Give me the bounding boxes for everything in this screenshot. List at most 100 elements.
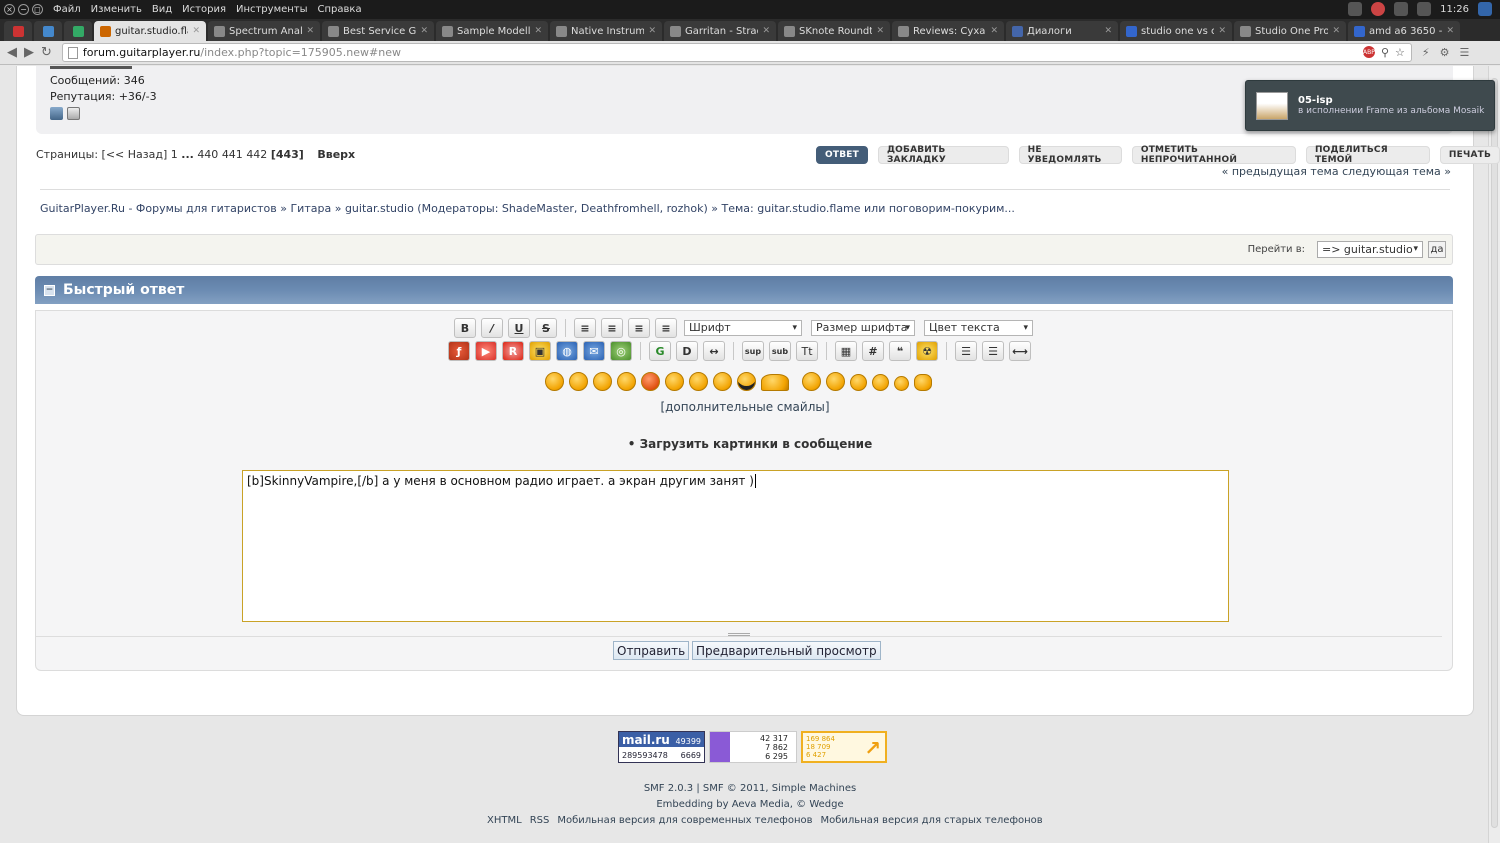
breadcrumb-guitar[interactable]: Гитара bbox=[290, 202, 331, 215]
bold-icon[interactable]: B bbox=[454, 318, 476, 338]
tab-sknote[interactable]: SKnote Roundto ✕ bbox=[778, 21, 890, 41]
message-textarea[interactable]: [b]SkinnyVampire,[/b] а у меня в основно… bbox=[242, 470, 1229, 622]
battery-icon[interactable] bbox=[1417, 2, 1432, 16]
align-pre-icon[interactable]: ≡ bbox=[574, 318, 596, 338]
bookmark-star-icon[interactable]: ☆ bbox=[1395, 46, 1405, 59]
next-topic-link[interactable]: следующая тема » bbox=[1342, 165, 1451, 178]
code-icon[interactable]: # bbox=[862, 341, 884, 361]
upload-images-link[interactable]: • Загрузить картинки в сообщение bbox=[0, 437, 1500, 451]
minimize-window-icon[interactable]: − bbox=[18, 4, 29, 15]
menu-tools[interactable]: Инструменты bbox=[236, 4, 308, 15]
close-window-icon[interactable]: × bbox=[4, 4, 15, 15]
send-pm-icon[interactable] bbox=[67, 107, 80, 120]
print-button[interactable]: ПЕЧАТЬ bbox=[1439, 146, 1500, 164]
smiley-icon[interactable] bbox=[872, 374, 889, 391]
table-icon[interactable]: ▦ bbox=[835, 341, 857, 361]
pinned-tab-translate[interactable] bbox=[34, 21, 62, 41]
pinned-tab-gmail[interactable] bbox=[4, 21, 32, 41]
page-back-link[interactable]: [<< Назад] bbox=[102, 148, 168, 161]
teletype-icon[interactable]: Tt bbox=[796, 341, 818, 361]
smiley-icon[interactable] bbox=[894, 376, 909, 391]
display-icon[interactable] bbox=[1394, 2, 1409, 16]
add-bookmark-button[interactable]: ДОБАВИТЬ ЗАКЛАДКУ bbox=[877, 145, 1009, 165]
close-tab-icon[interactable]: ✕ bbox=[306, 26, 314, 36]
close-tab-icon[interactable]: ✕ bbox=[192, 26, 200, 36]
page-link-441[interactable]: 441 bbox=[222, 148, 243, 161]
smiley-icon[interactable] bbox=[802, 372, 821, 391]
number-list-icon[interactable]: ☰ bbox=[982, 341, 1004, 361]
link-icon[interactable]: ◍ bbox=[556, 341, 578, 361]
smiley-icon[interactable] bbox=[617, 372, 636, 391]
tab-studio-one-pro[interactable]: Studio One Pro ✕ bbox=[1234, 21, 1346, 41]
tab-amd[interactable]: amd a6 3650 - П✕ bbox=[1348, 21, 1460, 41]
close-tab-icon[interactable]: ✕ bbox=[990, 26, 998, 36]
mobile-old-link[interactable]: Мобильная версия для старых телефонов bbox=[821, 815, 1043, 826]
smiley-icon[interactable] bbox=[914, 374, 932, 391]
extension-icon[interactable]: ⚙ bbox=[1440, 46, 1450, 59]
session-icon[interactable] bbox=[1478, 2, 1492, 16]
menu-edit[interactable]: Изменить bbox=[91, 4, 142, 15]
adblock-icon[interactable]: ABP bbox=[1362, 46, 1375, 58]
jump-to-select[interactable]: => guitar.studio bbox=[1317, 241, 1423, 258]
rating-counter[interactable]: 169 864 18 709 6 427 ↗ bbox=[801, 731, 887, 763]
move-icon[interactable]: ↔ bbox=[703, 341, 725, 361]
subscript-icon[interactable]: sub bbox=[769, 341, 791, 361]
tab-garritan[interactable]: Garritan - Stradi ✕ bbox=[664, 21, 776, 41]
menu-history[interactable]: История bbox=[182, 4, 226, 15]
jump-go-button[interactable]: да bbox=[1428, 241, 1446, 258]
smiley-icon[interactable] bbox=[545, 372, 564, 391]
network-icon[interactable] bbox=[1348, 2, 1363, 16]
image-icon[interactable]: ▣ bbox=[529, 341, 551, 361]
unnotify-button[interactable]: НЕ УВЕДОМЛЯТЬ bbox=[1018, 145, 1122, 165]
tab-dialogs[interactable]: Диалоги ✕ bbox=[1006, 21, 1118, 41]
smiley-icon[interactable] bbox=[689, 372, 708, 391]
tab-reviews[interactable]: Reviews: Сухари✕ bbox=[892, 21, 1004, 41]
smiley-icon[interactable] bbox=[713, 372, 732, 391]
more-smileys-link[interactable]: [дополнительные смайлы] bbox=[0, 400, 1490, 414]
superscript-icon[interactable]: sup bbox=[742, 341, 764, 361]
tab-studio-one-vs[interactable]: studio one vs cu✕ bbox=[1120, 21, 1232, 41]
smiley-icon[interactable] bbox=[761, 374, 789, 391]
tab-sample-modeling[interactable]: Sample Modellin✕ bbox=[436, 21, 548, 41]
preview-button[interactable]: Предварительный просмотр bbox=[692, 641, 881, 660]
mobile-modern-link[interactable]: Мобильная версия для современных телефон… bbox=[557, 815, 812, 826]
align-left-icon[interactable]: ≡ bbox=[601, 318, 623, 338]
collapse-icon[interactable]: − bbox=[44, 284, 55, 296]
page-link-440[interactable]: 440 bbox=[197, 148, 218, 161]
scroll-top-link[interactable]: Вверх bbox=[317, 148, 355, 161]
strikethrough-icon[interactable]: S bbox=[535, 318, 557, 338]
liveinternet-counter[interactable]: 42 317 7 862 6 295 bbox=[709, 731, 797, 763]
media-notification[interactable]: 05-isp в исполнении Frame из альбома Mos… bbox=[1245, 80, 1495, 131]
tab-guitar-studio[interactable]: guitar.studio.flam✕ bbox=[94, 21, 206, 41]
profile-icon[interactable] bbox=[50, 107, 63, 120]
align-center-icon[interactable]: ≡ bbox=[628, 318, 650, 338]
reload-icon[interactable]: ↻ bbox=[41, 45, 52, 60]
glow-icon[interactable]: G bbox=[649, 341, 671, 361]
page-link-442[interactable]: 442 bbox=[246, 148, 267, 161]
maximize-window-icon[interactable]: ◻ bbox=[32, 4, 43, 15]
close-tab-icon[interactable]: ✕ bbox=[420, 26, 428, 36]
hr-icon[interactable]: ⟷ bbox=[1009, 341, 1031, 361]
pinned-tab-drive[interactable] bbox=[64, 21, 92, 41]
scrollbar-thumb[interactable] bbox=[1491, 78, 1498, 828]
wrench-menu-icon[interactable]: ☰ bbox=[1460, 46, 1470, 59]
close-tab-icon[interactable]: ✕ bbox=[1104, 26, 1112, 36]
menu-view[interactable]: Вид bbox=[152, 4, 172, 15]
close-tab-icon[interactable]: ✕ bbox=[1218, 26, 1226, 36]
forward-icon[interactable]: ▶ bbox=[24, 45, 34, 60]
language-flag-icon[interactable] bbox=[1371, 2, 1386, 16]
mailru-counter[interactable]: mail.ru 49399 289593478 6669 bbox=[618, 731, 705, 763]
search-icon[interactable]: ⚲ bbox=[1381, 46, 1389, 59]
italic-icon[interactable]: / bbox=[481, 318, 503, 338]
share-topic-button[interactable]: ПОДЕЛИТЬСЯ ТЕМОЙ bbox=[1305, 145, 1430, 165]
tab-native-instruments[interactable]: Native Instrumen✕ bbox=[550, 21, 662, 41]
smiley-icon[interactable] bbox=[850, 374, 867, 391]
mark-unread-button[interactable]: ОТМЕТИТЬ НЕПРОЧИТАННОЙ bbox=[1131, 145, 1296, 165]
page-scrollbar[interactable] bbox=[1488, 66, 1500, 843]
email-icon[interactable]: ✉ bbox=[583, 341, 605, 361]
breadcrumb-board[interactable]: guitar.studio (Модераторы: ShadeMaster, … bbox=[345, 202, 708, 215]
youtube-icon[interactable]: ▶ bbox=[475, 341, 497, 361]
close-tab-icon[interactable]: ✕ bbox=[534, 26, 542, 36]
flash-icon[interactable]: ƒ bbox=[448, 341, 470, 361]
text-color-select[interactable]: Цвет текста bbox=[924, 320, 1033, 336]
